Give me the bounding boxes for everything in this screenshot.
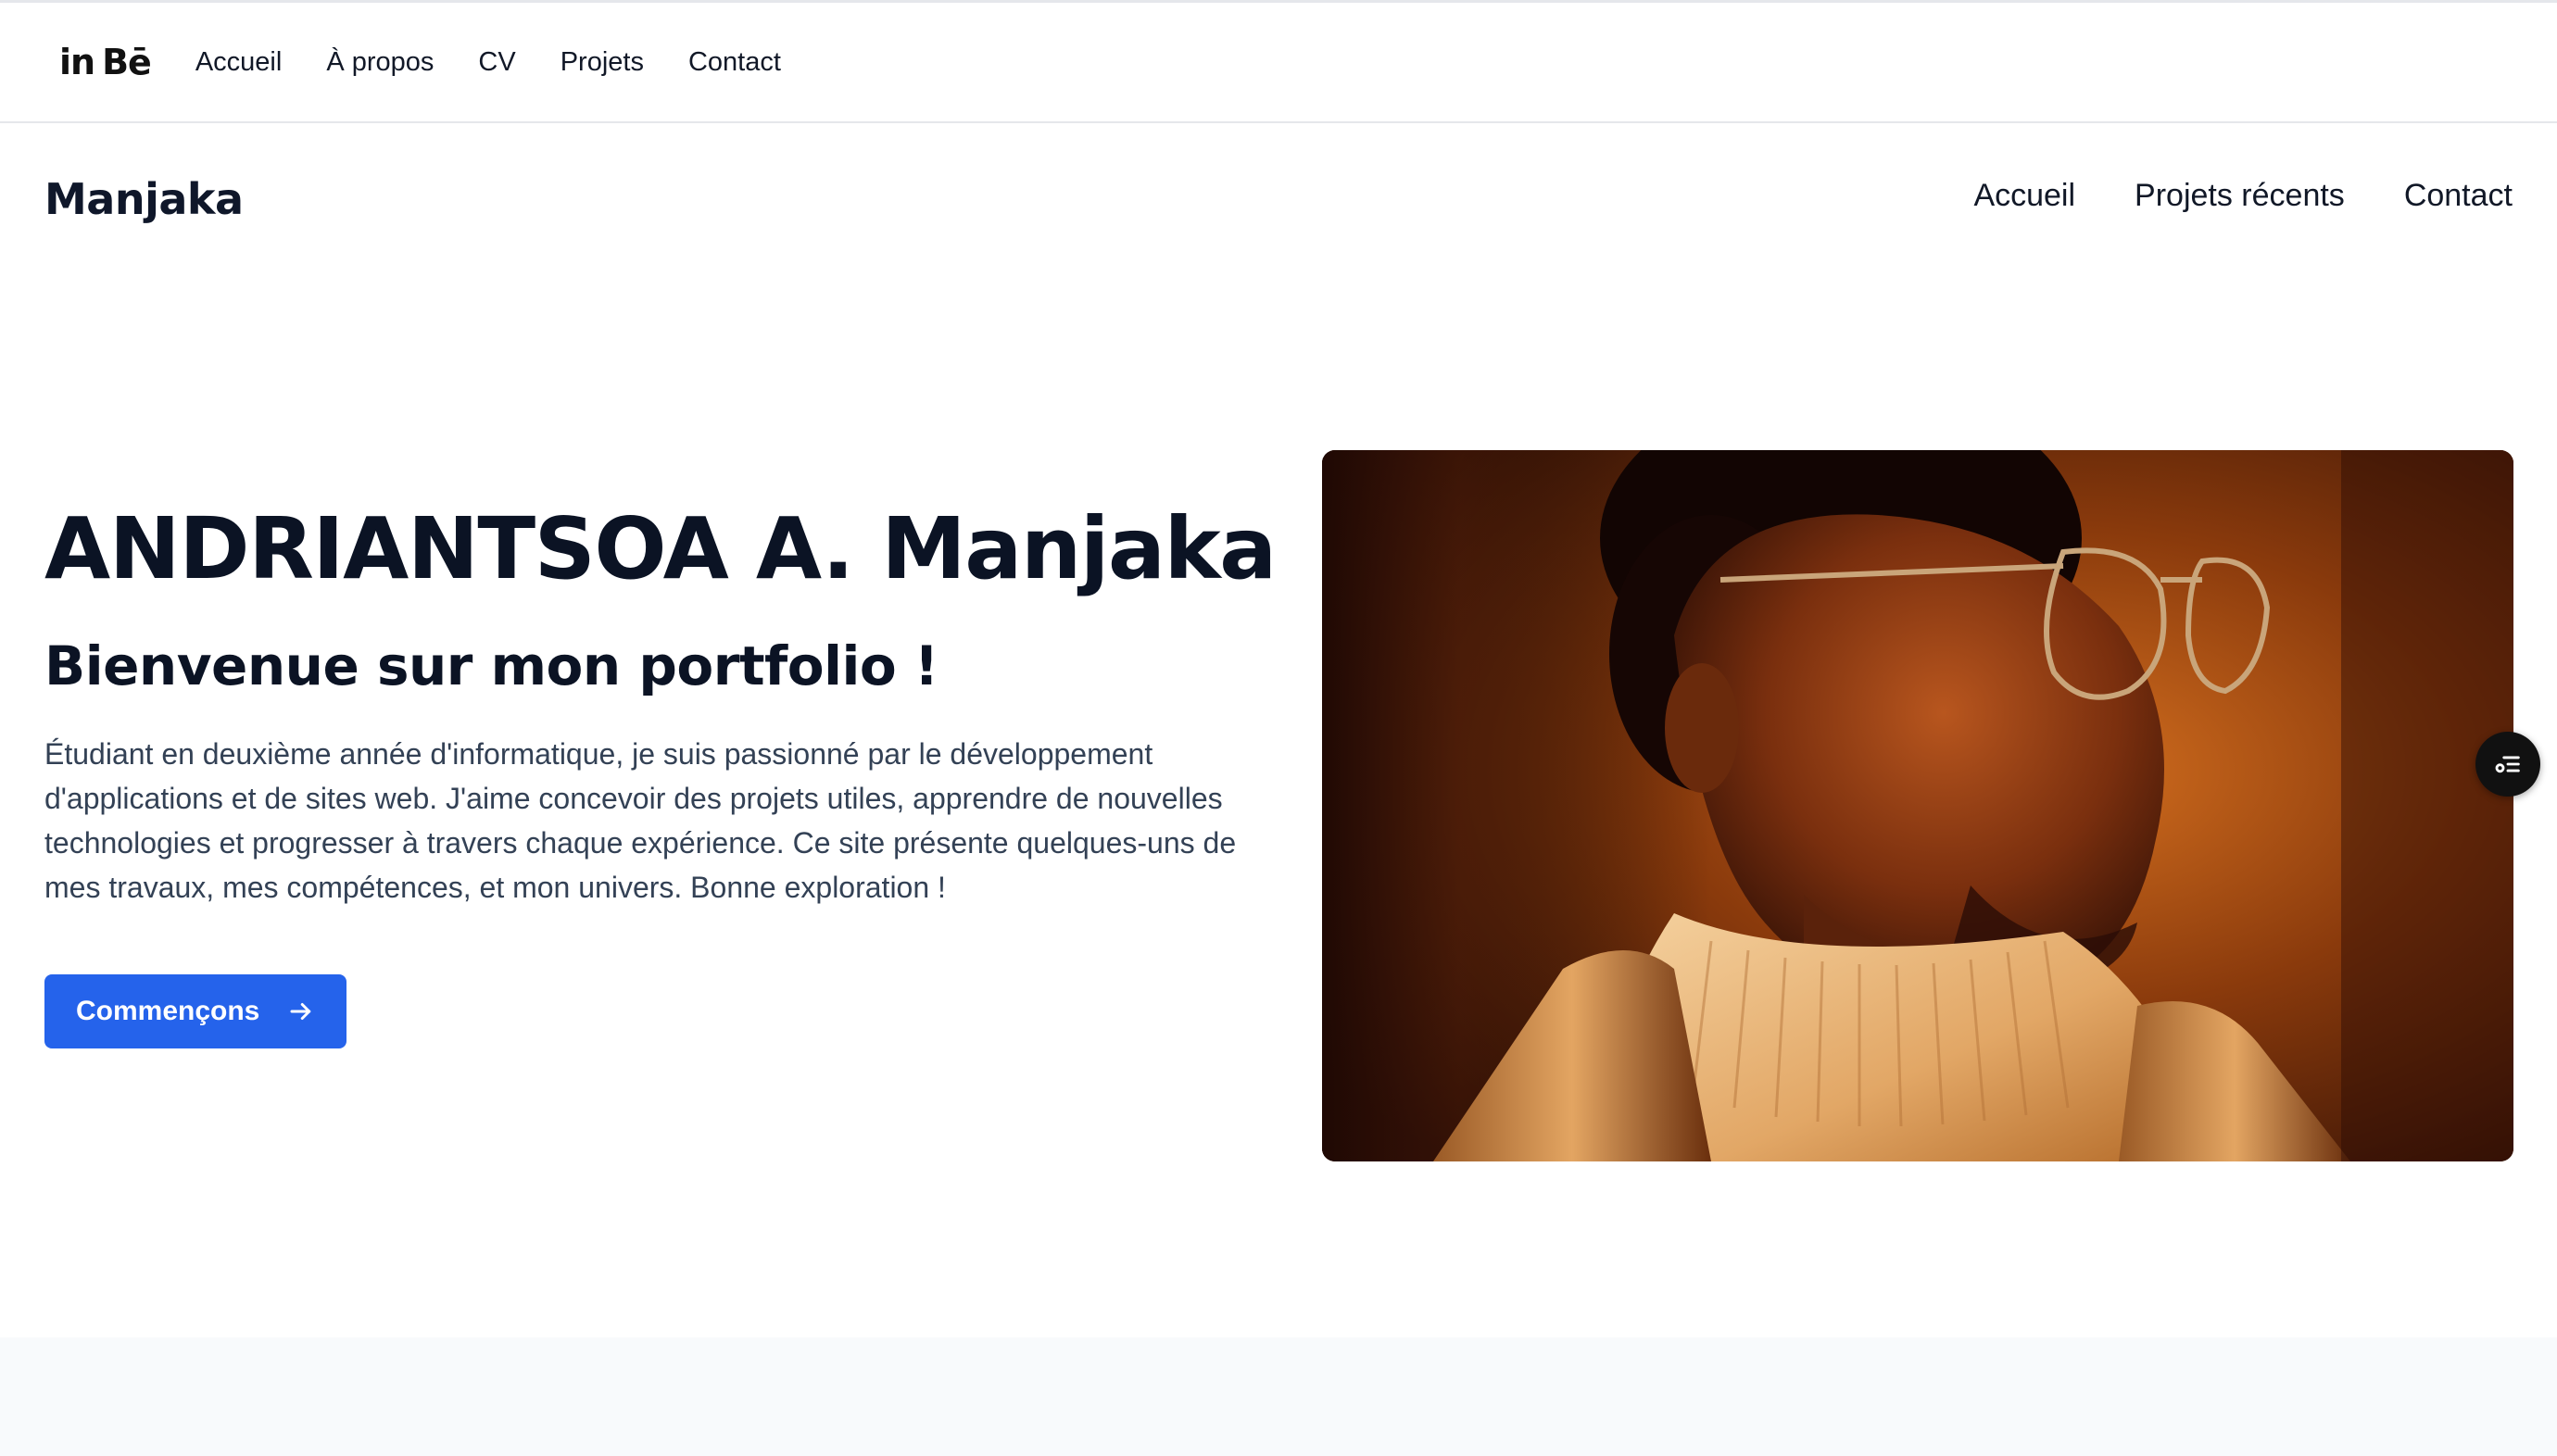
top-nav-accueil[interactable]: Accueil: [195, 47, 283, 78]
main-nav-contact[interactable]: Contact: [2404, 178, 2513, 214]
main-nav-projets-recents[interactable]: Projets récents: [2135, 178, 2345, 214]
portfolio-page: in Bē Accueil À propos CV Projets Contac…: [0, 0, 2557, 1456]
top-nav-cv[interactable]: CV: [478, 47, 515, 78]
brand-logo[interactable]: Manjaka: [44, 174, 244, 224]
hero-intro-paragraph: Étudiant en deuxième année d'informatiqu…: [44, 737, 1237, 905]
next-section-band: [0, 1337, 2557, 1456]
start-button[interactable]: Commençons: [44, 974, 347, 1049]
hero-name: ANDRIANTSOA A. Manjaka: [44, 499, 1277, 598]
site-header: Manjaka Accueil Projets récents Contact: [0, 125, 2557, 273]
top-nav-contact[interactable]: Contact: [688, 47, 781, 78]
social-links: in Bē: [59, 42, 152, 82]
main-nav: Accueil Projets récents Contact: [1973, 178, 2513, 214]
top-nav: Accueil À propos CV Projets Contact: [195, 47, 781, 78]
hero-section: ANDRIANTSOA A. Manjaka Bienvenue sur mon…: [44, 499, 1277, 1049]
top-bar: in Bē Accueil À propos CV Projets Contac…: [0, 0, 2557, 123]
top-nav-projets[interactable]: Projets: [561, 47, 644, 78]
behance-icon[interactable]: Bē: [102, 42, 152, 82]
top-nav-a-propos[interactable]: À propos: [326, 47, 434, 78]
start-button-label: Commençons: [76, 996, 260, 1027]
linkedin-icon[interactable]: in: [59, 42, 95, 82]
main-nav-accueil[interactable]: Accueil: [1973, 178, 2075, 214]
hero-subtitle: Bienvenue sur mon portfolio !: [44, 634, 938, 697]
arrow-right-icon: [290, 1003, 311, 1021]
floating-menu-button[interactable]: [2475, 732, 2540, 797]
settings-list-icon: [2495, 756, 2520, 773]
portrait-photo: [1322, 450, 2513, 1161]
